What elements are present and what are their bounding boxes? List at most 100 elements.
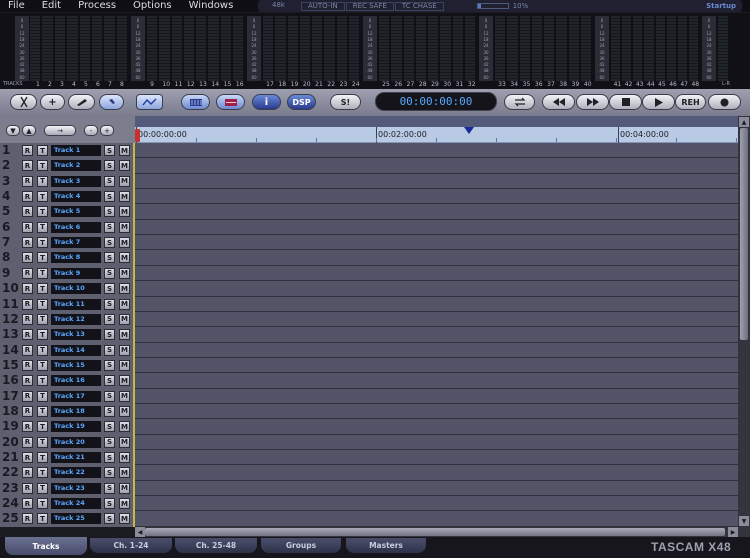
track-type-button[interactable]: T [37, 452, 48, 463]
track-mute-button[interactable]: M [119, 375, 130, 387]
track-solo-button[interactable]: S [104, 145, 115, 156]
track-rec-button[interactable]: R [22, 421, 33, 433]
zoom-out-button[interactable]: - [84, 125, 98, 136]
vertical-scrollbar[interactable]: ▲ ▼ [738, 116, 750, 527]
menu-windows[interactable]: Windows [181, 0, 243, 12]
track-rec-button[interactable]: R [22, 160, 33, 172]
time-ruler[interactable]: 00:00:00:00 00:02:00:00 00:04:00:00 [135, 127, 738, 143]
track-type-button[interactable]: T [37, 359, 48, 371]
tab-masters[interactable]: Masters [346, 538, 426, 553]
track-name[interactable]: Track 3 [51, 175, 101, 187]
menu-process[interactable]: Process [70, 0, 125, 12]
track-solo-button[interactable]: S [104, 344, 115, 356]
track-solo-button[interactable]: S [104, 160, 115, 172]
track-type-button[interactable]: T [37, 221, 48, 233]
track-type-button[interactable]: T [37, 313, 48, 325]
track-solo-button[interactable]: S [104, 452, 115, 463]
menu-file[interactable]: File [0, 0, 34, 12]
track-name[interactable]: Track 6 [51, 221, 101, 233]
track-rec-button[interactable]: R [22, 252, 33, 264]
track-name[interactable]: Track 24 [51, 498, 101, 510]
add-button[interactable]: + [40, 94, 65, 110]
track-rec-button[interactable]: R [22, 313, 33, 325]
track-solo-button[interactable]: S [104, 175, 115, 187]
track-mute-button[interactable]: M [119, 191, 130, 203]
track-mute-button[interactable]: M [119, 513, 130, 525]
track-lanes[interactable] [135, 143, 738, 527]
track-type-button[interactable]: T [37, 237, 48, 249]
track-name[interactable]: Track 23 [51, 482, 101, 494]
track-solo-button[interactable]: S [104, 313, 115, 325]
track-name[interactable]: Track 9 [51, 267, 101, 279]
track-rec-button[interactable]: R [22, 498, 33, 510]
track-type-button[interactable]: T [37, 283, 48, 295]
track-solo-button[interactable]: S [104, 298, 115, 310]
track-solo-button[interactable]: S [104, 359, 115, 371]
expand-tracks-button[interactable]: ▲ [22, 125, 36, 136]
track-rec-button[interactable]: R [22, 482, 33, 494]
tab-tracks[interactable]: Tracks [5, 537, 87, 555]
menu-edit[interactable]: Edit [34, 0, 70, 12]
track-name[interactable]: Track 5 [51, 206, 101, 218]
track-rec-button[interactable]: R [22, 405, 33, 417]
start-marker[interactable] [135, 129, 140, 142]
track-solo-button[interactable]: S [104, 513, 115, 525]
scroll-up-arrow[interactable]: ▲ [739, 117, 749, 127]
scissors-button[interactable] [10, 94, 37, 110]
track-name[interactable]: Track 14 [51, 344, 101, 356]
track-name[interactable]: Track 16 [51, 375, 101, 387]
track-rec-button[interactable]: R [22, 513, 33, 525]
track-mute-button[interactable]: M [119, 221, 130, 233]
track-solo-button[interactable]: S [104, 421, 115, 433]
track-mute-button[interactable]: M [119, 175, 130, 187]
track-name[interactable]: Track 21 [51, 452, 101, 463]
track-rec-button[interactable]: R [22, 237, 33, 249]
track-solo-button[interactable]: S [104, 375, 115, 387]
scroll-left-arrow[interactable]: ◀ [135, 527, 145, 537]
horizontal-scrollbar[interactable]: ◀ ▶ [135, 527, 750, 537]
track-solo-button[interactable]: S [104, 467, 115, 479]
track-mute-button[interactable]: M [119, 482, 130, 494]
track-name[interactable]: Track 11 [51, 298, 101, 310]
track-rec-button[interactable]: R [22, 175, 33, 187]
track-mute-button[interactable]: M [119, 283, 130, 295]
timecode-display[interactable]: 00:00:00:00 [375, 92, 497, 111]
track-name[interactable]: Track 20 [51, 436, 101, 448]
track-mute-button[interactable]: M [119, 160, 130, 172]
mixer-button[interactable] [181, 94, 210, 110]
track-name[interactable]: Track 8 [51, 252, 101, 264]
track-type-button[interactable]: T [37, 498, 48, 510]
track-solo-button[interactable]: S [104, 405, 115, 417]
track-mute-button[interactable]: M [119, 206, 130, 218]
track-mute-button[interactable]: M [119, 436, 130, 448]
track-rec-button[interactable]: R [22, 145, 33, 156]
rehearse-button[interactable]: REH [675, 94, 706, 110]
track-name[interactable]: Track 19 [51, 421, 101, 433]
track-mute-button[interactable]: M [119, 452, 130, 463]
track-mute-button[interactable]: M [119, 237, 130, 249]
dsp-button[interactable]: DSP [287, 94, 316, 110]
marker-strip[interactable] [135, 116, 738, 127]
track-rec-button[interactable]: R [22, 359, 33, 371]
track-solo-button[interactable]: S [104, 482, 115, 494]
track-name[interactable]: Track 17 [51, 390, 101, 402]
collapse-tracks-button[interactable]: ▼ [6, 125, 20, 136]
track-mute-button[interactable]: M [119, 405, 130, 417]
record-panel-button[interactable] [216, 94, 245, 110]
track-name[interactable]: Track 13 [51, 329, 101, 341]
scroll-to-track-button[interactable]: → [44, 125, 76, 136]
track-type-button[interactable]: T [37, 513, 48, 525]
scroll-right-arrow[interactable]: ▶ [728, 527, 738, 537]
track-mute-button[interactable]: M [119, 313, 130, 325]
track-rec-button[interactable]: R [22, 298, 33, 310]
rewind-button[interactable] [542, 94, 575, 110]
track-name[interactable]: Track 7 [51, 237, 101, 249]
solo-clear-button[interactable]: S! [330, 94, 361, 110]
stop-button[interactable] [609, 94, 642, 110]
vertical-scroll-thumb[interactable] [740, 128, 748, 340]
track-type-button[interactable]: T [37, 421, 48, 433]
track-rec-button[interactable]: R [22, 390, 33, 402]
track-type-button[interactable]: T [37, 344, 48, 356]
track-mute-button[interactable]: M [119, 267, 130, 279]
track-type-button[interactable]: T [37, 252, 48, 264]
